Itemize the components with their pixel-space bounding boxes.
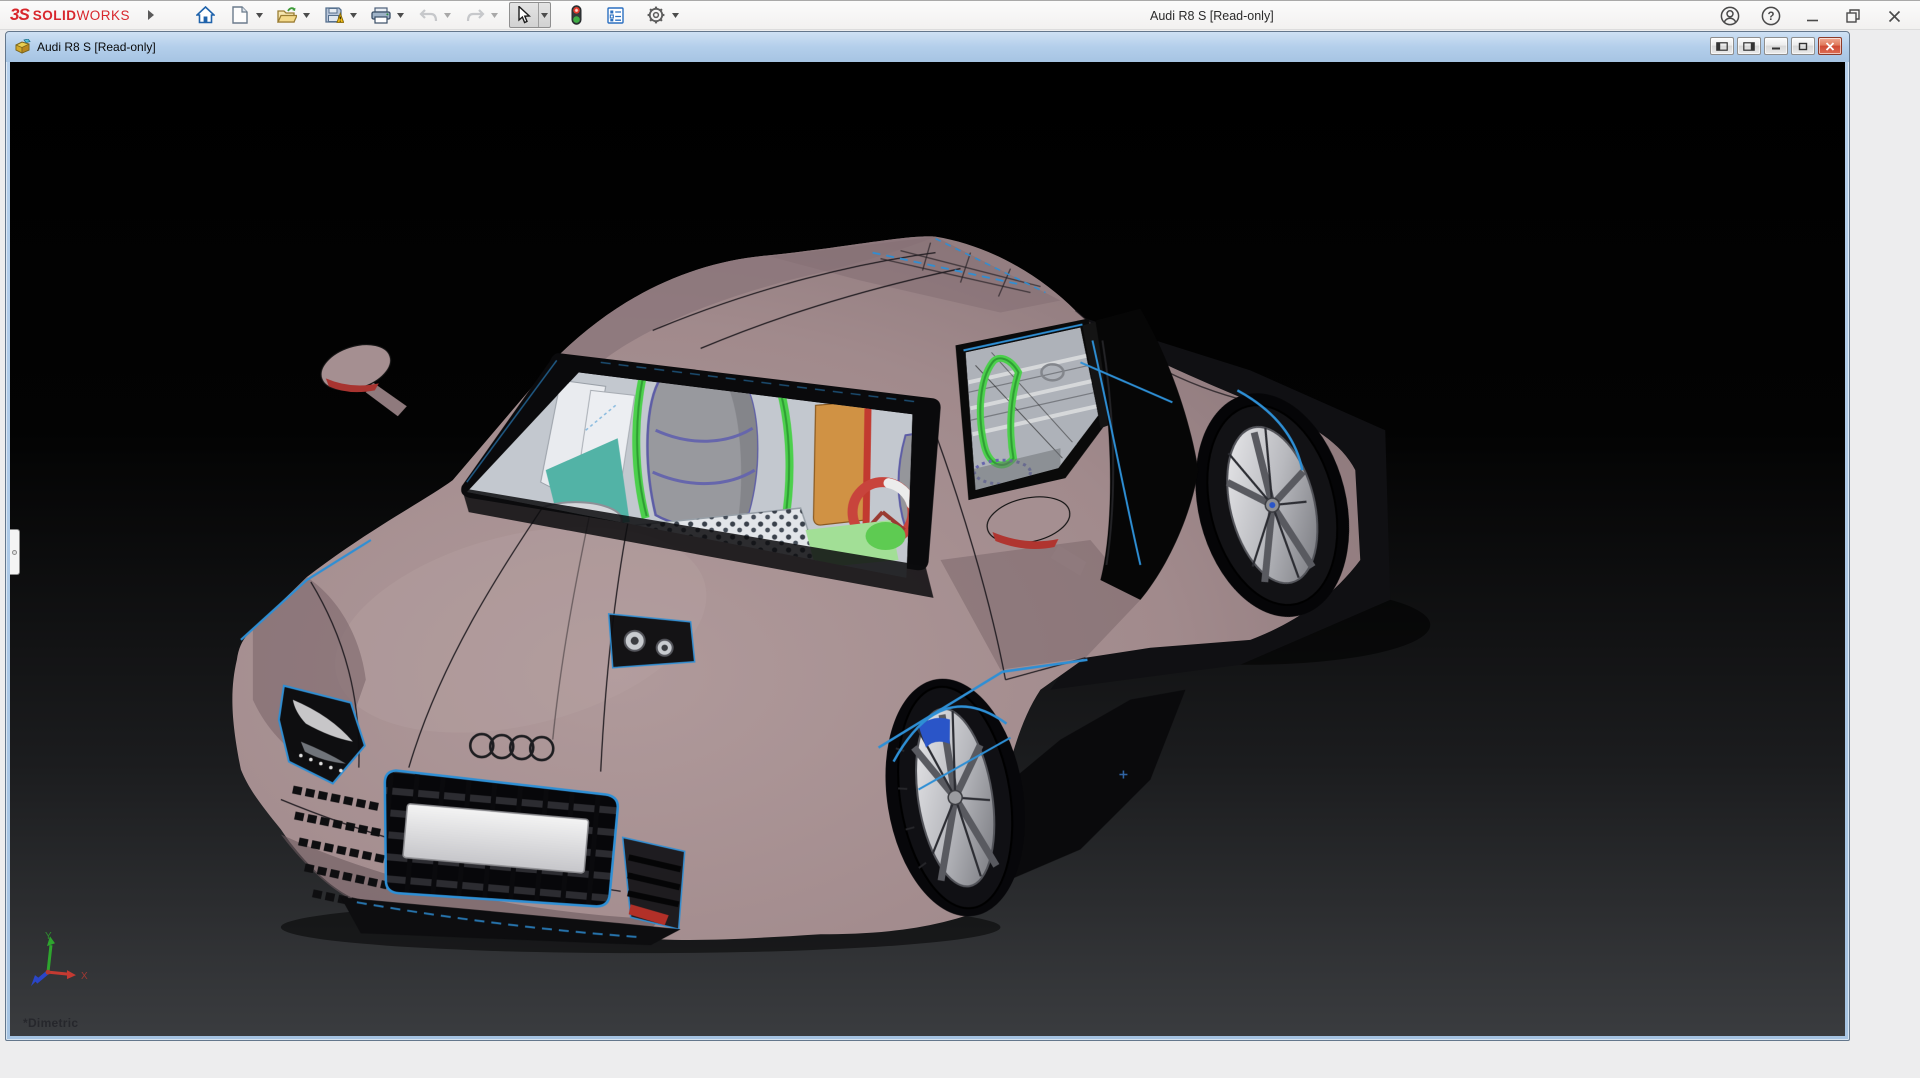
restore-icon[interactable]: [1843, 6, 1863, 26]
expand-right-pane-icon[interactable]: [1737, 37, 1761, 55]
open-button[interactable]: [274, 3, 300, 27]
save-button[interactable]: [321, 3, 347, 27]
save-dropdown-caret-icon[interactable]: [347, 3, 359, 27]
seatback-orange: [813, 402, 866, 525]
rocker-shadow: [1000, 690, 1185, 880]
car-model[interactable]: [232, 236, 1430, 953]
view-orientation-label: *Dimetric: [23, 1016, 78, 1030]
options-dropdown-caret-icon[interactable]: [669, 3, 681, 27]
account-icon[interactable]: [1720, 6, 1740, 26]
document-restore-icon[interactable]: [1791, 37, 1815, 55]
redo-button[interactable]: [462, 3, 488, 27]
minimize-icon[interactable]: [1802, 6, 1822, 26]
select-dropdown-caret-icon[interactable]: [538, 3, 550, 27]
print-dropdown-caret-icon[interactable]: [394, 3, 406, 27]
app-titlebar: 3SSOLIDWORKS: [0, 0, 1920, 30]
document-title: Audi R8 S [Read-only]: [37, 40, 156, 54]
orientation-triad[interactable]: X Y: [31, 931, 88, 986]
select-cursor-button[interactable]: [510, 3, 538, 27]
window-controls: ?: [1720, 1, 1920, 31]
undo-dropdown-caret-icon[interactable]: [441, 3, 453, 27]
part-document-icon: [14, 39, 31, 55]
app-window-title: Audi R8 S [Read-only]: [1150, 1, 1274, 31]
document-titlebar[interactable]: Audi R8 S [Read-only]: [6, 32, 1849, 62]
new-document-dropdown-caret-icon[interactable]: [253, 3, 265, 27]
feature-manager-collapsed-tab[interactable]: [10, 529, 20, 575]
traffic-light-icon[interactable]: [563, 3, 589, 27]
home-button[interactable]: [192, 3, 218, 27]
print-button[interactable]: [368, 3, 394, 27]
graphics-area[interactable]: X Y *Dimetric: [10, 62, 1845, 1036]
right-headlight[interactable]: [609, 614, 695, 668]
right-intake[interactable]: [623, 837, 685, 929]
collapse-left-pane-icon[interactable]: [1710, 37, 1734, 55]
svg-text:?: ?: [1767, 11, 1774, 23]
panel-handle-dot-icon: [12, 550, 17, 555]
document-minimize-icon[interactable]: [1764, 37, 1788, 55]
undo-button[interactable]: [415, 3, 441, 27]
redo-dropdown-caret-icon[interactable]: [488, 3, 500, 27]
front-grille[interactable]: [385, 771, 618, 907]
triad-y-label: Y: [45, 931, 52, 942]
close-icon[interactable]: [1884, 6, 1904, 26]
document-close-icon[interactable]: [1818, 37, 1842, 55]
3d-scene-canvas[interactable]: X Y: [10, 62, 1845, 1036]
new-document-button[interactable]: [227, 3, 253, 27]
triad-x-label: X: [81, 971, 88, 982]
interior-green-blob: [866, 522, 906, 550]
menu-expand-arrow-icon[interactable]: [144, 8, 158, 22]
logo-3ds-mark: 3S: [10, 5, 29, 25]
document-window-buttons: [1710, 37, 1842, 55]
document-window: Audi R8 S [Read-only]: [5, 31, 1850, 1041]
options-gear-icon[interactable]: [643, 3, 669, 27]
open-dropdown-caret-icon[interactable]: [300, 3, 312, 27]
left-mirror[interactable]: [315, 336, 407, 416]
file-properties-icon[interactable]: [602, 3, 628, 27]
select-tool-active: [509, 2, 551, 28]
solidworks-logo: 3SSOLIDWORKS: [0, 5, 130, 25]
quick-access-toolbar: [192, 2, 690, 28]
help-icon[interactable]: ?: [1761, 6, 1781, 26]
